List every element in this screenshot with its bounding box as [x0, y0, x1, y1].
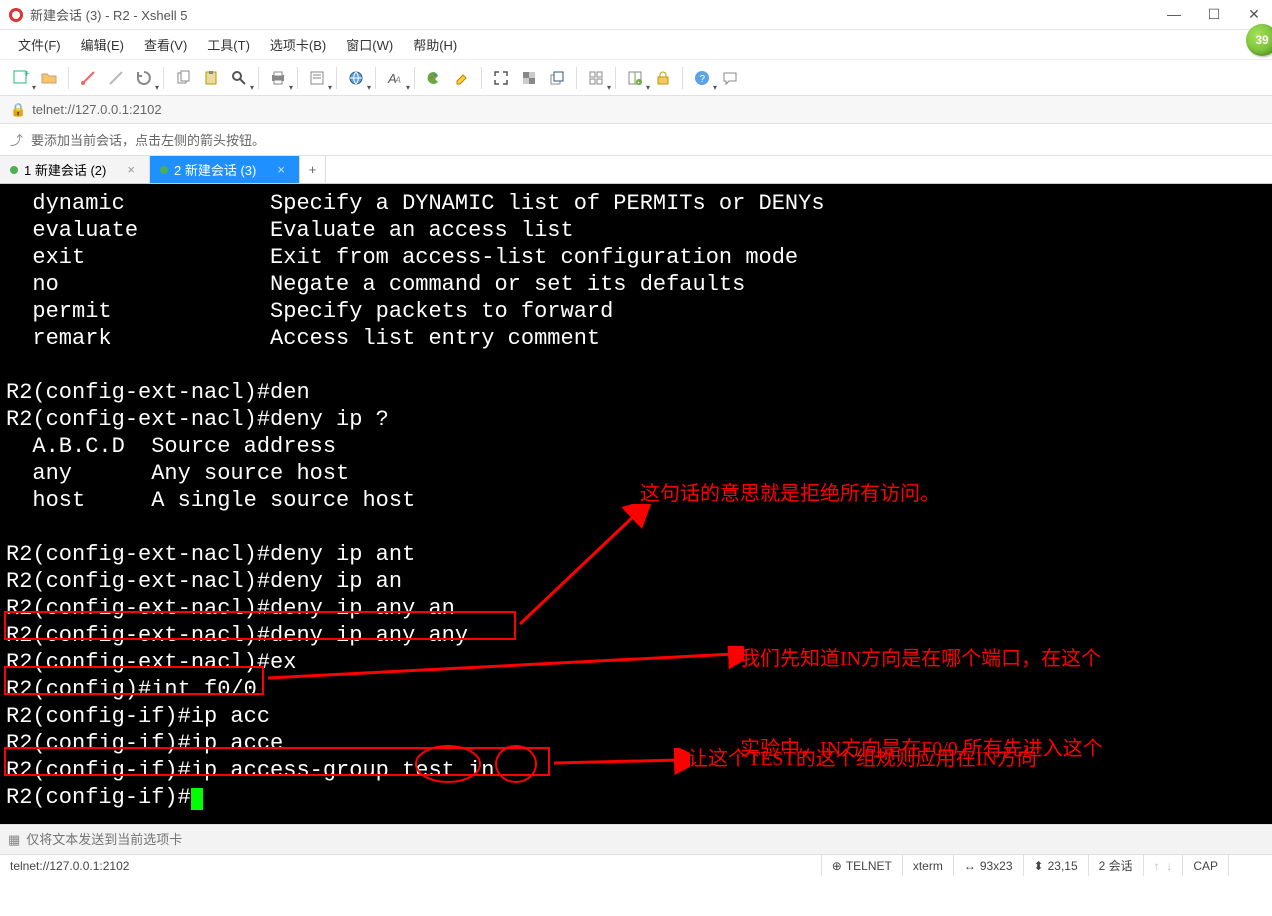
- annotation-3: 让这个TEST的这个组规则应用在IN方向: [688, 744, 1037, 774]
- highlight-icon[interactable]: [449, 65, 475, 91]
- compose-bar: ▦: [0, 824, 1272, 854]
- tab-label: 2 新建会话 (3): [174, 160, 256, 179]
- lock-icon[interactable]: [650, 65, 676, 91]
- ellipse-annotations: [390, 744, 550, 784]
- compose-input[interactable]: [26, 832, 1264, 847]
- arrow-add-icon[interactable]: ⤴: [10, 130, 23, 149]
- transparency-icon[interactable]: [516, 65, 542, 91]
- maximize-button[interactable]: ☐: [1202, 4, 1226, 24]
- notification-badge[interactable]: 39: [1246, 24, 1272, 56]
- highlight-box-2: [4, 666, 264, 695]
- tip-text: 要添加当前会话，点击左侧的箭头按钮。: [31, 130, 265, 149]
- tile-icon[interactable]: ▾: [583, 65, 609, 91]
- menubar: 文件(F) 编辑(E) 查看(V) 工具(T) 选项卡(B) 窗口(W) 帮助(…: [0, 30, 1272, 60]
- addressbar: 🔒 telnet://127.0.0.1:2102: [0, 96, 1272, 124]
- script-icon[interactable]: +▾: [622, 65, 648, 91]
- help-icon[interactable]: ?▾: [689, 65, 715, 91]
- minimize-button[interactable]: —: [1162, 4, 1186, 24]
- connect-icon[interactable]: [75, 65, 101, 91]
- status-resize-grip[interactable]: [1228, 855, 1268, 876]
- disconnect-icon[interactable]: [103, 65, 129, 91]
- print-icon[interactable]: ▾: [265, 65, 291, 91]
- window-title: 新建会话 (3) - R2 - Xshell 5: [30, 5, 187, 24]
- find-icon[interactable]: ▾: [226, 65, 252, 91]
- session-tab-2[interactable]: 2 新建会话 (3) ×: [150, 156, 300, 183]
- color-icon[interactable]: [421, 65, 447, 91]
- terminal[interactable]: dynamic Specify a DYNAMIC list of PERMIT…: [0, 184, 1272, 824]
- close-button[interactable]: ✕: [1242, 4, 1266, 24]
- send-mode-icon[interactable]: ▦: [8, 832, 20, 848]
- session-tab-1[interactable]: 1 新建会话 (2) ×: [0, 156, 150, 183]
- lock-icon-small: 🔒: [10, 102, 26, 118]
- cursor: [191, 788, 203, 810]
- status-sessions: 2 会话: [1088, 855, 1143, 876]
- status-size: ↔ 93x23: [953, 855, 1023, 876]
- copy-icon[interactable]: [170, 65, 196, 91]
- annotation-2: 我们先知道IN方向是在哪个端口，在这个 实验中，IN方向是在F0/0,所有先进入…: [740, 584, 1103, 824]
- svg-text:+: +: [24, 69, 30, 80]
- arrow-3: [550, 748, 690, 778]
- menu-window[interactable]: 窗口(W): [338, 31, 401, 58]
- new-session-icon[interactable]: +▾: [8, 65, 34, 91]
- status-pos: ⬍ 23,15: [1023, 855, 1088, 876]
- menu-tools[interactable]: 工具(T): [199, 31, 258, 58]
- svg-text:A: A: [394, 75, 401, 85]
- arrow-2: [264, 646, 744, 686]
- highlight-box-1: [4, 611, 516, 640]
- arrow-1: [516, 504, 656, 634]
- fullscreen-icon[interactable]: [488, 65, 514, 91]
- close-tab-icon[interactable]: ×: [277, 162, 285, 177]
- feedback-icon[interactable]: [717, 65, 743, 91]
- menu-view[interactable]: 查看(V): [136, 31, 195, 58]
- close-tab-icon[interactable]: ×: [127, 162, 135, 177]
- status-dot-icon: [10, 166, 18, 174]
- ontop-icon[interactable]: [544, 65, 570, 91]
- font-icon[interactable]: AA▾: [382, 65, 408, 91]
- address-url[interactable]: telnet://127.0.0.1:2102: [32, 102, 161, 117]
- statusbar: telnet://127.0.0.1:2102 ⊕ TELNET xterm ↔…: [0, 854, 1272, 876]
- status-dot-icon: [160, 166, 168, 174]
- status-cap: CAP: [1182, 855, 1228, 876]
- reconnect-icon[interactable]: ▾: [131, 65, 157, 91]
- status-protocol: ⊕ TELNET: [821, 855, 902, 876]
- menu-edit[interactable]: 编辑(E): [73, 31, 132, 58]
- titlebar: 新建会话 (3) - R2 - Xshell 5 — ☐ ✕: [0, 0, 1272, 30]
- status-arrows[interactable]: ↑ ↓: [1143, 855, 1183, 876]
- tipbar: ⤴ 要添加当前会话，点击左侧的箭头按钮。: [0, 124, 1272, 156]
- paste-icon[interactable]: [198, 65, 224, 91]
- toolbar: +▾ ▾ ▾ ▾ ▾ ▾ AA▾ ▾ +▾ ?▾: [0, 60, 1272, 96]
- status-url: telnet://127.0.0.1:2102: [4, 859, 135, 873]
- svg-text:+: +: [637, 80, 641, 86]
- add-tab-button[interactable]: +: [300, 156, 326, 183]
- menu-file[interactable]: 文件(F): [10, 31, 69, 58]
- globe-icon[interactable]: ▾: [343, 65, 369, 91]
- app-icon: [8, 7, 24, 23]
- tabstrip: 1 新建会话 (2) × 2 新建会话 (3) × +: [0, 156, 1272, 184]
- properties-icon[interactable]: ▾: [304, 65, 330, 91]
- open-session-icon[interactable]: [36, 65, 62, 91]
- tab-label: 1 新建会话 (2): [24, 160, 106, 179]
- annotation-1: 这句话的意思就是拒绝所有访问。: [640, 479, 940, 509]
- menu-tabs[interactable]: 选项卡(B): [262, 31, 334, 58]
- menu-help[interactable]: 帮助(H): [405, 31, 465, 58]
- svg-text:?: ?: [700, 74, 706, 85]
- status-term: xterm: [902, 855, 953, 876]
